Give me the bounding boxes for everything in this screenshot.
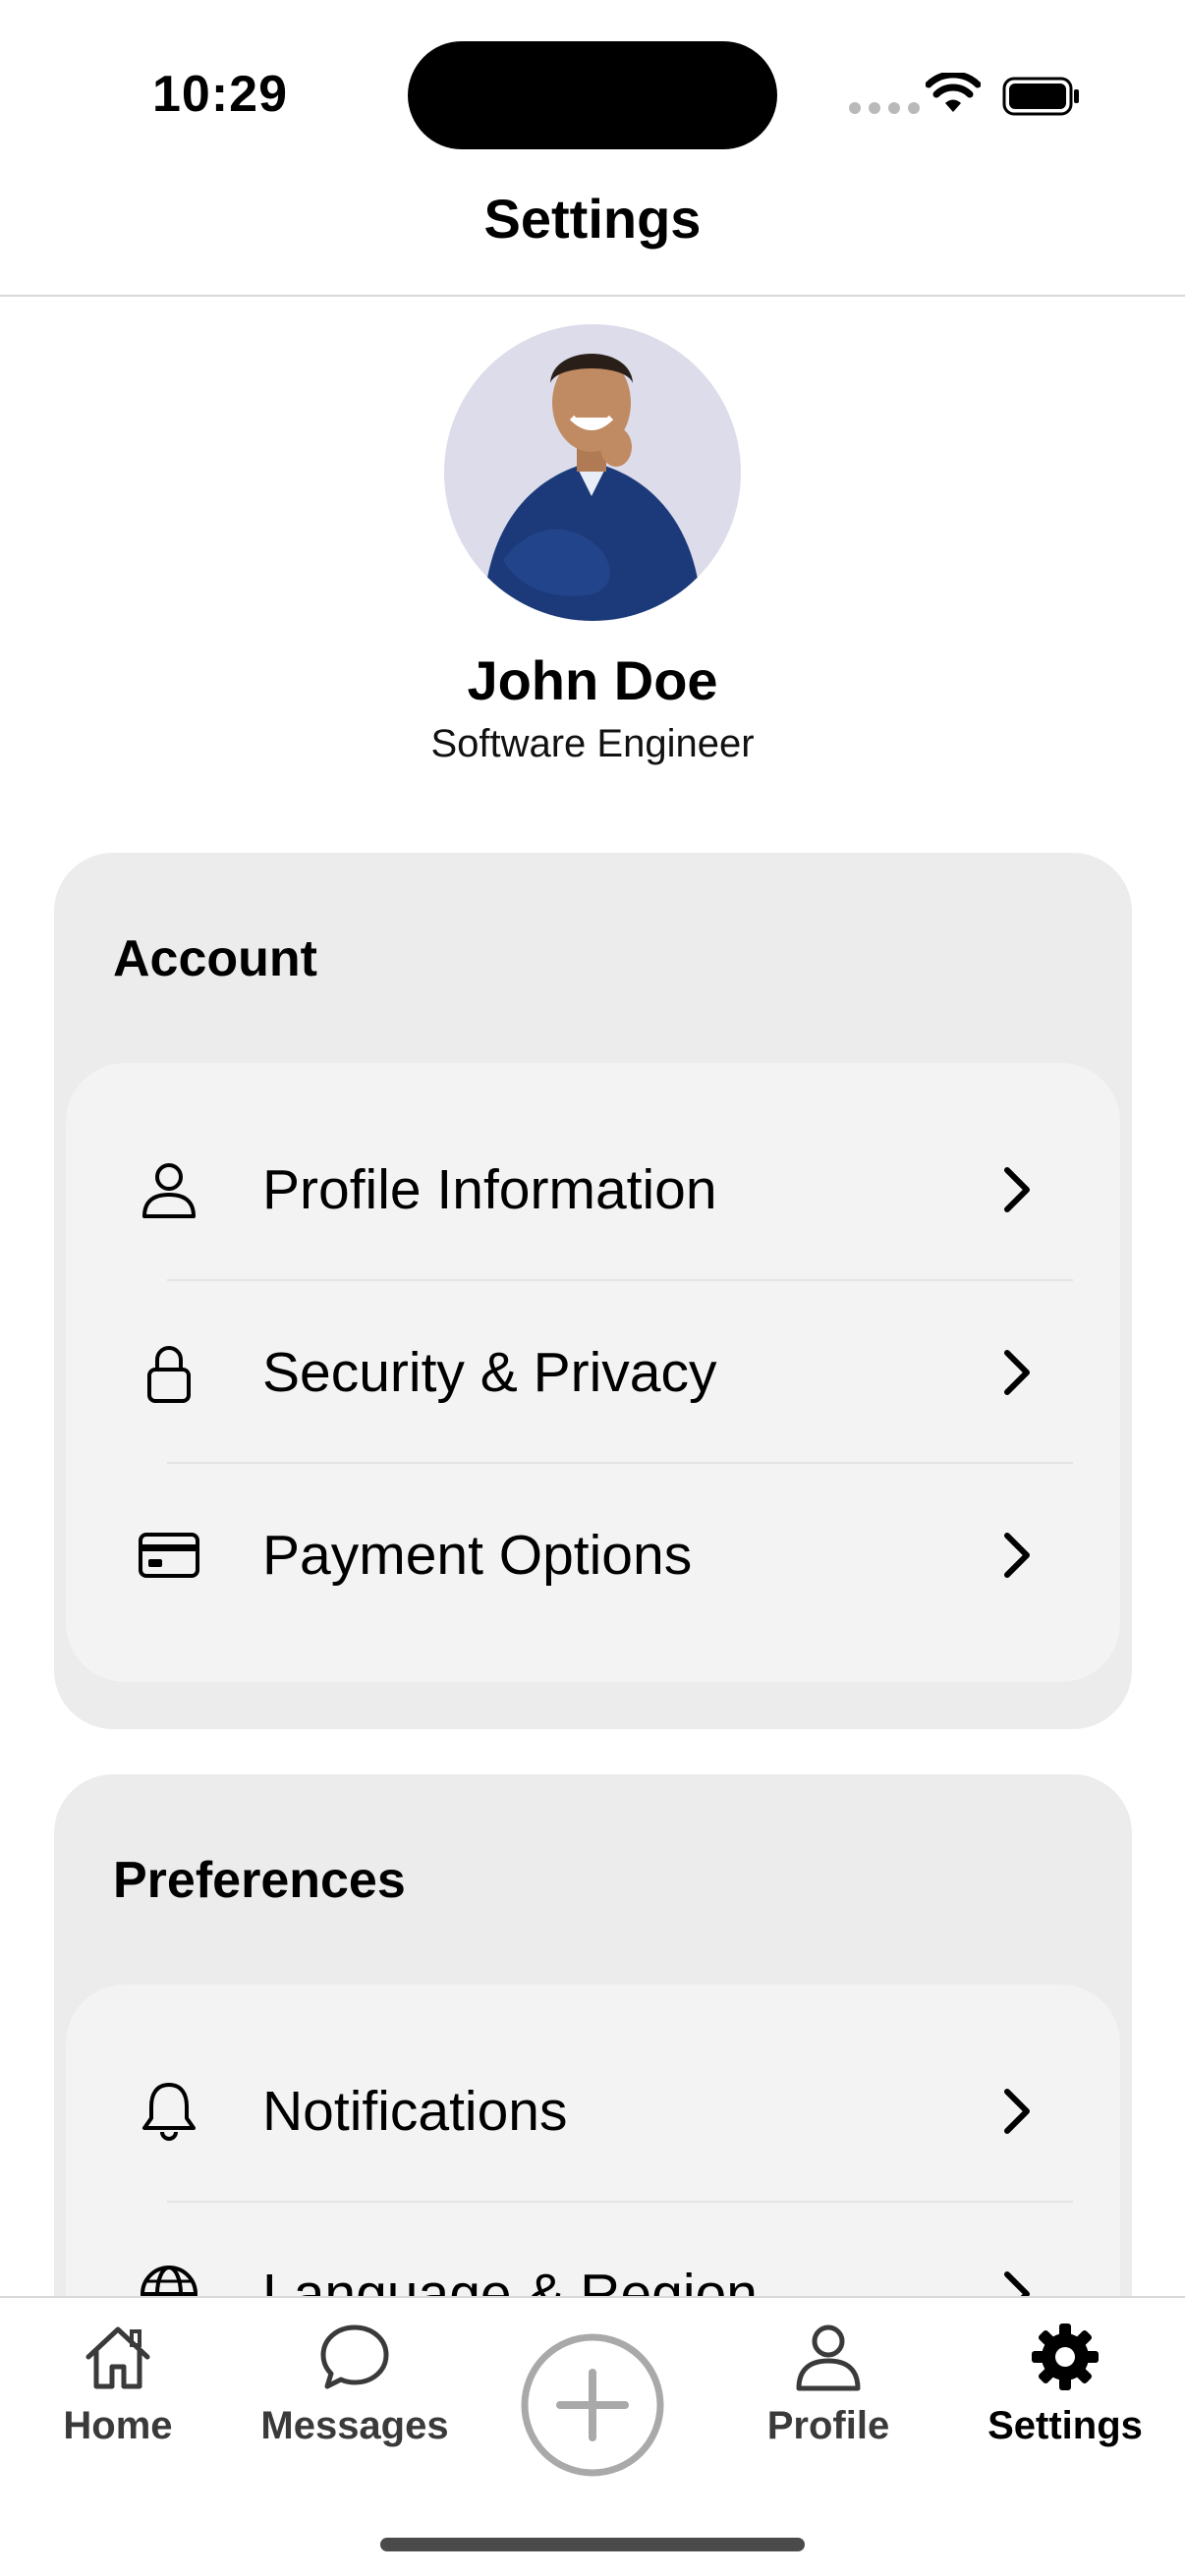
chevron-right-icon: [1004, 1350, 1030, 1395]
gear-icon: [1032, 2324, 1099, 2390]
cellular-signal-icon: [849, 102, 920, 114]
tab-settings[interactable]: Settings: [967, 2318, 1163, 2448]
settings-row-label: Profile Information: [262, 1158, 717, 1221]
settings-row-label: Notifications: [262, 2080, 568, 2143]
wifi-icon: [926, 73, 981, 112]
home-indicator: [380, 2538, 805, 2551]
person-icon: [142, 1163, 196, 1218]
tab-label: Profile: [766, 2404, 890, 2447]
tab-profile[interactable]: Profile: [730, 2318, 927, 2448]
status-time: 10:29: [152, 66, 288, 123]
status-bar: 10:29: [0, 0, 1185, 177]
settings-row-profile-information[interactable]: Profile Information: [66, 1098, 1120, 1281]
tab-label: Home: [63, 2404, 173, 2447]
chevron-right-icon: [1004, 1167, 1030, 1212]
tab-label: Messages: [260, 2404, 449, 2447]
tab-label: Settings: [988, 2404, 1143, 2447]
bell-icon: [142, 2083, 196, 2141]
settings-screen: 10:29 Settings John Doe Software Enginee…: [0, 0, 1185, 2576]
settings-row-label: Security & Privacy: [262, 1341, 717, 1404]
credit-card-icon: [139, 1533, 199, 1578]
tab-messages[interactable]: Messages: [256, 2318, 453, 2448]
person-icon: [796, 2324, 861, 2391]
battery-icon: [1002, 77, 1079, 116]
settings-row-notifications[interactable]: Notifications: [66, 2020, 1120, 2203]
tab-home[interactable]: Home: [20, 2318, 216, 2448]
dynamic-island: [408, 41, 777, 149]
section-title-account: Account: [113, 930, 317, 987]
avatar[interactable]: [444, 324, 741, 621]
chat-bubble-icon: [320, 2324, 389, 2389]
chevron-right-icon: [1004, 2089, 1030, 2134]
settings-row-payment-options[interactable]: Payment Options: [66, 1464, 1120, 1647]
settings-row-label: Payment Options: [262, 1524, 693, 1587]
account-items: Profile Information Security & Privacy P…: [66, 1063, 1120, 1682]
header-divider: [0, 295, 1185, 297]
section-title-preferences: Preferences: [113, 1852, 406, 1909]
chevron-right-icon: [1004, 1533, 1030, 1578]
home-icon: [85, 2326, 150, 2389]
lock-icon: [147, 1346, 191, 1403]
plus-circle-icon[interactable]: [519, 2331, 666, 2479]
tab-bar: Home Messages Profile Settings: [0, 2296, 1185, 2576]
settings-row-security-privacy[interactable]: Security & Privacy: [66, 1281, 1120, 1464]
user-role: Software Engineer: [430, 722, 755, 765]
page-title: Settings: [483, 188, 702, 250]
user-name: John Doe: [467, 649, 718, 711]
account-section: Account Profile Information Security & P: [54, 853, 1132, 1729]
